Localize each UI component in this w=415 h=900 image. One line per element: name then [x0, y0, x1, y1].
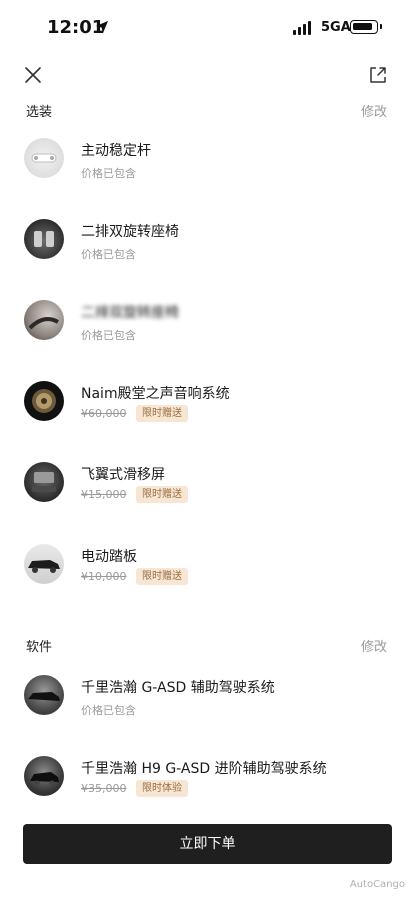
interior-thumb — [24, 300, 64, 340]
item-price-status: 价格已包含 — [81, 329, 136, 342]
advanced-adas-thumb — [24, 756, 64, 796]
item-name: 千里浩瀚 H9 G-ASD 进阶辅助驾驶系统 — [81, 761, 327, 777]
list-item[interactable]: 主动稳定杆 价格已包含 — [0, 138, 415, 200]
item-name: 二排双旋转座椅 — [81, 224, 179, 240]
edit-options-button[interactable]: 修改 — [361, 101, 387, 120]
nav-bar — [0, 58, 415, 94]
item-name: Naim殿堂之声音响系统 — [81, 386, 230, 402]
item-price-status: 价格已包含 — [81, 248, 136, 261]
section-header-options: 选装 修改 — [0, 99, 415, 123]
list-item[interactable]: Naim殿堂之声音响系统 ¥60,000 限时赠送 — [0, 381, 415, 443]
section-header-software: 软件 修改 — [0, 634, 415, 658]
list-item[interactable]: 千里浩瀚 H9 G-ASD 进阶辅助驾驶系统 ¥35,000 限时体验 — [0, 756, 415, 818]
speaker-thumb — [24, 381, 64, 421]
item-original-price: ¥60,000 — [81, 407, 127, 420]
item-name-blurred: 二排双旋转座椅 — [81, 305, 179, 321]
edit-software-button[interactable]: 修改 — [361, 636, 387, 655]
battery-icon — [350, 20, 382, 34]
running-board-thumb — [24, 544, 64, 584]
rotating-seat-thumb — [24, 219, 64, 259]
location-arrow-icon — [96, 21, 108, 33]
list-item[interactable]: 二排双旋转座椅 价格已包含 — [0, 300, 415, 362]
promo-badge: 限时赠送 — [136, 486, 188, 503]
signal-icon — [293, 21, 315, 35]
item-original-price: ¥10,000 — [81, 570, 127, 583]
item-price-status: 价格已包含 — [81, 167, 136, 180]
item-price-status: 价格已包含 — [81, 704, 136, 717]
item-name: 电动踏板 — [81, 549, 137, 565]
section-title: 软件 — [26, 640, 53, 655]
sliding-screen-thumb — [24, 462, 64, 502]
item-original-price: ¥15,000 — [81, 488, 127, 501]
promo-badge: 限时赠送 — [136, 568, 188, 585]
item-name: 千里浩瀚 G-ASD 辅助驾驶系统 — [81, 680, 275, 696]
list-item[interactable]: 千里浩瀚 G-ASD 辅助驾驶系统 价格已包含 — [0, 675, 415, 737]
item-name: 主动稳定杆 — [81, 143, 151, 159]
list-item[interactable]: 电动踏板 ¥10,000 限时赠送 — [0, 544, 415, 606]
status-bar: 12:01 5GA — [0, 0, 415, 54]
list-item[interactable]: 飞翼式滑移屏 ¥15,000 限时赠送 — [0, 462, 415, 524]
list-item[interactable]: 二排双旋转座椅 价格已包含 — [0, 219, 415, 281]
place-order-button[interactable]: 立即下单 — [23, 824, 392, 864]
share-icon[interactable] — [365, 62, 391, 88]
network-label: 5GA — [321, 20, 351, 35]
section-title: 选装 — [26, 105, 53, 120]
close-icon[interactable] — [20, 62, 46, 88]
item-name: 飞翼式滑移屏 — [81, 467, 165, 483]
watermark: AutoCango — [349, 879, 405, 890]
promo-badge: 限时体验 — [136, 780, 188, 797]
promo-badge: 限时赠送 — [136, 405, 188, 422]
stabilizer-bar-thumb — [24, 138, 64, 178]
item-original-price: ¥35,000 — [81, 782, 127, 795]
adas-thumb — [24, 675, 64, 715]
